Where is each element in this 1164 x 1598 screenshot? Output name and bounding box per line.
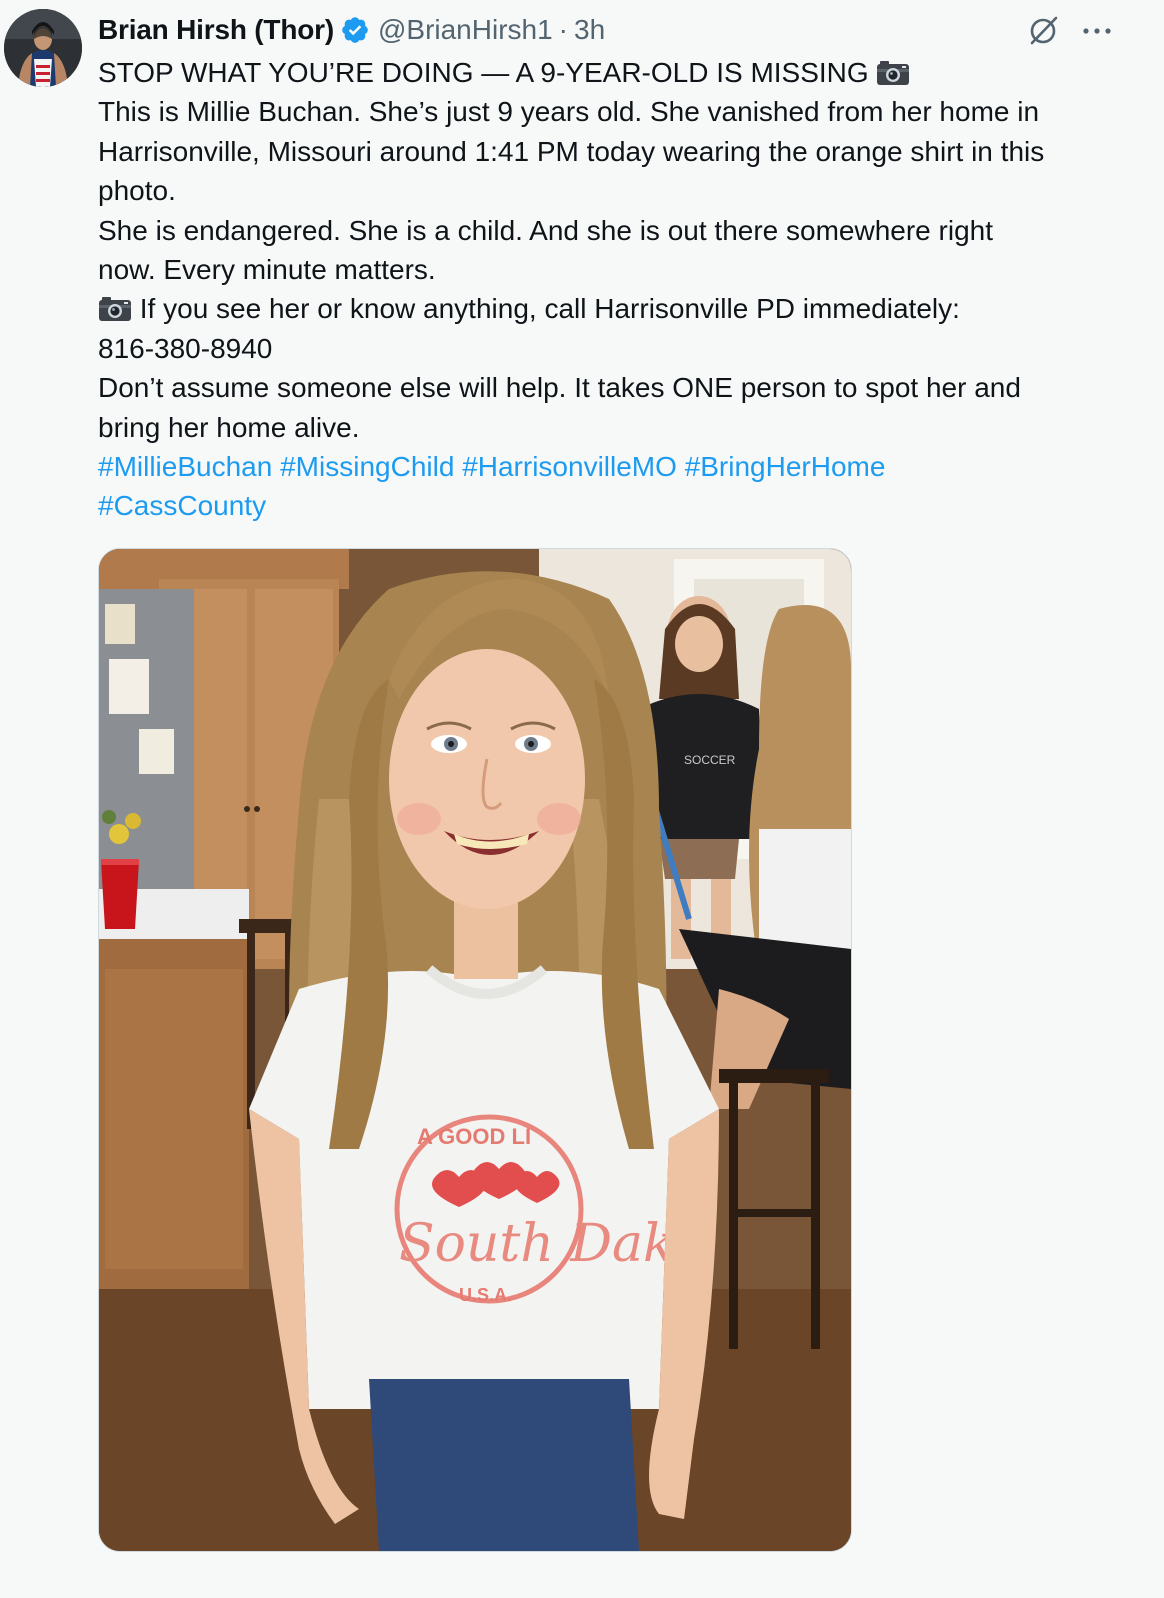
- post-timestamp[interactable]: 3h: [574, 10, 605, 50]
- tweet-text: STOP WHAT YOU’RE DOING — A 9-YEAR-OLD IS…: [98, 53, 1128, 526]
- tweet-line: now. Every minute matters.: [98, 254, 436, 286]
- tweet-line: STOP WHAT YOU’RE DOING — A 9-YEAR-OLD IS…: [98, 53, 1128, 92]
- tweet-line: She is endangered. She is a child. And s…: [98, 214, 993, 246]
- shirt-text-script: South Dak: [399, 1214, 675, 1274]
- tweet-call-to-action: If you see her or know anything, call Ha…: [139, 293, 960, 325]
- tweet: Brian Hirsh (Thor) @BrianHirsh1 · 3h STO…: [0, 0, 1164, 1598]
- hashtag-link[interactable]: #HarrisonvilleMO: [462, 451, 677, 482]
- tweet-headline: STOP WHAT YOU’RE DOING — A 9-YEAR-OLD IS…: [98, 57, 869, 88]
- author-avatar[interactable]: [4, 9, 82, 87]
- verified-badge-icon: [342, 17, 368, 43]
- hashtag-row: #CassCounty: [98, 486, 1128, 525]
- shirt-text-bottom: U.S.A.: [459, 1285, 512, 1305]
- tweet-line: photo.: [98, 175, 176, 207]
- tweet-header: Brian Hirsh (Thor) @BrianHirsh1 · 3h: [98, 10, 605, 50]
- tweet-line: This is Millie Buchan. She’s just 9 year…: [98, 96, 1040, 128]
- hashtag-link[interactable]: #MissingChild: [280, 451, 454, 482]
- hashtag-link[interactable]: #BringHerHome: [685, 451, 886, 482]
- tweet-photo[interactable]: SOCCER A GOOD LI South Dak U.S.A.: [98, 548, 852, 1552]
- shirt-text-top: A GOOD LI: [417, 1124, 531, 1149]
- hashtag-link[interactable]: #CassCounty: [98, 490, 266, 521]
- camera-emoji-icon: [99, 297, 131, 322]
- camera-emoji-icon: [877, 61, 910, 85]
- tweet-line: Don’t assume someone else will help. It …: [98, 372, 1021, 404]
- author-handle[interactable]: @BrianHirsh1: [378, 10, 553, 50]
- grok-slash-icon[interactable]: [1026, 14, 1060, 48]
- tweet-line: bring her home alive.: [98, 411, 360, 443]
- bg-shirt-text: SOCCER: [684, 753, 736, 767]
- tweet-line: If you see her or know anything, call Ha…: [98, 289, 1128, 328]
- header-separator: ·: [558, 14, 568, 45]
- author-name[interactable]: Brian Hirsh (Thor): [98, 10, 334, 50]
- hashtag-link[interactable]: #MillieBuchan: [98, 451, 272, 482]
- phone-number: 816-380-8940: [98, 332, 273, 364]
- hashtag-row: #MillieBuchan #MissingChild #Harrisonvil…: [98, 447, 1128, 486]
- more-dots-icon[interactable]: [1080, 14, 1114, 48]
- tweet-line: Harrisonville, Missouri around 1:41 PM t…: [98, 135, 1045, 167]
